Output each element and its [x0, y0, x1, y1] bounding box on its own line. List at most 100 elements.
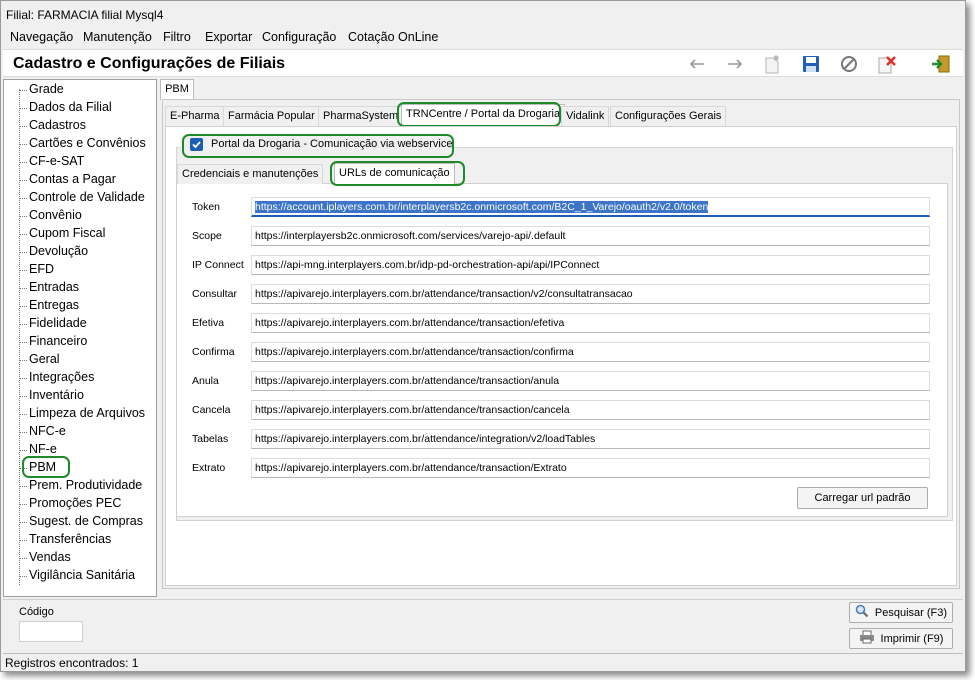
sidebar-item-prem-produtividade[interactable]: Prem. Produtividade — [29, 478, 142, 492]
tree-tick — [19, 576, 27, 577]
menu-configuracao[interactable]: Configuração — [262, 30, 336, 44]
sidebar-item-cupom-fiscal[interactable]: Cupom Fiscal — [29, 226, 105, 240]
exit-icon[interactable] — [930, 54, 952, 74]
menu-filtro[interactable]: Filtro — [163, 30, 191, 44]
tab-farmacia-popular[interactable]: Farmácia Popular — [223, 106, 320, 126]
sidebar-item-promocoes-pec[interactable]: Promoções PEC — [29, 496, 121, 510]
sidebar-tree: Grade Dados da Filial Cadastros Cartões e C… — [3, 79, 157, 597]
printer-icon — [859, 630, 875, 647]
new-record-icon[interactable] — [761, 54, 783, 74]
delete-icon[interactable] — [876, 54, 898, 74]
menu-exportar[interactable]: Exportar — [205, 30, 252, 44]
sidebar-item-pbm[interactable]: PBM — [29, 460, 56, 474]
url-field-value: https://account.iplayers.com.br/interpla… — [255, 201, 709, 213]
sidebar-item-transferencias[interactable]: Transferências — [29, 532, 111, 546]
sidebar-item-entregas[interactable]: Entregas — [29, 298, 79, 312]
sidebar-item-entradas[interactable]: Entradas — [29, 280, 79, 294]
load-default-url-button[interactable]: Carregar url padrão — [797, 487, 928, 509]
sidebar-item-geral[interactable]: Geral — [29, 352, 60, 366]
sidebar-item-cf-e-sat[interactable]: CF-e-SAT — [29, 154, 84, 168]
url-field-value: https://apivarejo.interplayers.com.br/at… — [255, 346, 574, 358]
tree-tick — [19, 198, 27, 199]
sidebar-item-integracoes[interactable]: Integrações — [29, 370, 94, 384]
url-field-value: https://apivarejo.interplayers.com.br/at… — [255, 288, 633, 300]
codigo-input[interactable] — [19, 621, 83, 642]
url-field-ip-connect[interactable]: https://api-mng.interplayers.com.br/idp-… — [251, 255, 930, 275]
tree-tick — [19, 90, 27, 91]
sidebar-item-grade[interactable]: Grade — [29, 82, 64, 96]
url-label: Cancela — [192, 404, 231, 416]
sidebar-item-vigilancia-sanitaria[interactable]: Vigilância Sanitária — [29, 568, 135, 582]
tree-tick — [19, 432, 27, 433]
tab-configuracoes-gerais[interactable]: Configurações Gerais — [610, 106, 727, 126]
sidebar-item-convenio[interactable]: Convênio — [29, 208, 82, 222]
url-field-extrato[interactable]: https://apivarejo.interplayers.com.br/at… — [251, 458, 930, 478]
url-field-consultar[interactable]: https://apivarejo.interplayers.com.br/at… — [251, 284, 930, 304]
sidebar-item-efd[interactable]: EFD — [29, 262, 54, 276]
tree-tick — [19, 216, 27, 217]
menu-navegacao[interactable]: Navegação — [10, 30, 73, 44]
url-field-confirma[interactable]: https://apivarejo.interplayers.com.br/at… — [251, 342, 930, 362]
sidebar-item-sugest-de-compras[interactable]: Sugest. de Compras — [29, 514, 143, 528]
tab-pbm[interactable]: PBM — [160, 79, 194, 100]
tree-tick — [19, 558, 27, 559]
tree-tick — [19, 522, 27, 523]
sidebar-item-cartoes-e-convenios[interactable]: Cartões e Convênios — [29, 136, 146, 150]
sidebar-item-financeiro[interactable]: Financeiro — [29, 334, 87, 348]
subtab-credenciais[interactable]: Credenciais e manutenções — [177, 164, 324, 184]
cancel-icon[interactable] — [838, 54, 860, 74]
url-label: Consultar — [192, 288, 237, 300]
page-header: Cadastro e Configurações de Filiais — [3, 49, 963, 77]
tree-tick — [19, 450, 27, 451]
save-icon[interactable] — [800, 54, 822, 74]
codigo-label: Código — [19, 606, 54, 618]
tree-connector — [19, 89, 20, 585]
checkbox-row[interactable]: Portal da Drogaria - Comunicação via web… — [180, 135, 453, 155]
imprimir-button[interactable]: Imprimir (F9) — [849, 628, 953, 649]
arrow-left-icon[interactable] — [686, 54, 708, 74]
tab-vidalink[interactable]: Vidalink — [561, 106, 610, 126]
sidebar-item-vendas[interactable]: Vendas — [29, 550, 71, 564]
sidebar-item-controle-de-validade[interactable]: Controle de Validade — [29, 190, 145, 204]
tab-trncentre[interactable]: TRNCentre / Portal da Drogaria — [401, 104, 566, 126]
menu-cotacao-online[interactable]: Cotação OnLine — [348, 30, 438, 44]
arrow-right-icon[interactable] — [724, 54, 746, 74]
sidebar-item-inventario[interactable]: Inventário — [29, 388, 84, 402]
sidebar-item-limpeza-de-arquivos[interactable]: Limpeza de Arquivos — [29, 406, 145, 420]
magnifier-icon — [855, 604, 869, 621]
url-field-anula[interactable]: https://apivarejo.interplayers.com.br/at… — [251, 371, 930, 391]
sidebar-item-nfc-e[interactable]: NFC-e — [29, 424, 66, 438]
pesquisar-label: Pesquisar (F3) — [874, 606, 948, 619]
sidebar-item-fidelidade[interactable]: Fidelidade — [29, 316, 87, 330]
url-label: Confirma — [192, 346, 235, 358]
sidebar-item-devolucao[interactable]: Devolução — [29, 244, 88, 258]
tree-tick — [19, 108, 27, 109]
tree-tick — [19, 270, 27, 271]
url-field-scope[interactable]: https://interplayersb2c.onmicrosoft.com/… — [251, 226, 930, 246]
url-label: Extrato — [192, 462, 226, 474]
menu-bar: Navegação Manutenção Filtro Exportar Con… — [1, 27, 965, 47]
url-field-cancela[interactable]: https://apivarejo.interplayers.com.br/at… — [251, 400, 930, 420]
tab-e-pharma[interactable]: E-Pharma — [165, 106, 225, 126]
imprimir-label: Imprimir (F9) — [880, 632, 944, 645]
checkbox-checked-icon[interactable] — [190, 138, 203, 151]
url-field-efetiva[interactable]: https://apivarejo.interplayers.com.br/at… — [251, 313, 930, 333]
tree-tick — [19, 180, 27, 181]
sidebar-item-contas-a-pagar[interactable]: Contas a Pagar — [29, 172, 116, 186]
url-field-tabelas[interactable]: https://apivarejo.interplayers.com.br/at… — [251, 429, 930, 449]
sidebar-item-dados-da-filial[interactable]: Dados da Filial — [29, 100, 112, 114]
subtab-urls[interactable]: URLs de comunicação — [334, 163, 455, 184]
url-field-value: https://apivarejo.interplayers.com.br/at… — [255, 462, 567, 474]
tab-pharmasystem[interactable]: PharmaSystem — [318, 106, 404, 126]
sidebar-item-nf-e[interactable]: NF-e — [29, 442, 57, 456]
url-field-value: https://apivarejo.interplayers.com.br/at… — [255, 433, 596, 445]
pesquisar-button[interactable]: Pesquisar (F3) — [849, 602, 953, 623]
sidebar-item-cadastros[interactable]: Cadastros — [29, 118, 86, 132]
url-label: Token — [192, 201, 221, 213]
menu-manutencao[interactable]: Manutenção — [83, 30, 152, 44]
status-bar: Registros encontrados: 1 — [3, 653, 963, 671]
tree-tick — [19, 486, 27, 487]
url-field-token[interactable]: https://account.iplayers.com.br/interpla… — [251, 197, 930, 217]
tree-tick — [19, 234, 27, 235]
url-label: Scope — [192, 230, 222, 242]
